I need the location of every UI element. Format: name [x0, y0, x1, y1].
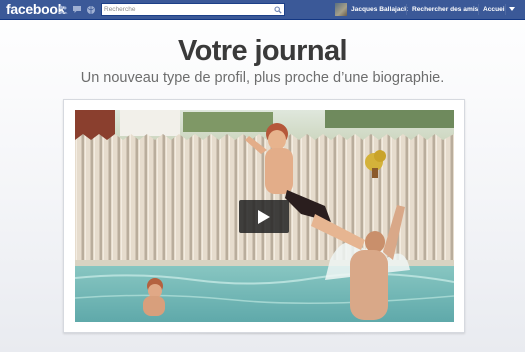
video-card	[63, 99, 465, 333]
chevron-down-icon[interactable]	[509, 7, 515, 11]
home-link[interactable]: Accueil	[483, 3, 506, 16]
video-thumbnail[interactable]	[75, 110, 454, 322]
play-icon	[257, 209, 271, 225]
nav-divider	[478, 4, 479, 15]
top-bar: facebook Jacques Ballajack Rechercher	[0, 0, 525, 20]
page-subtitle: Un nouveau type de profil, plus proche d…	[80, 70, 445, 86]
play-button[interactable]	[239, 200, 289, 233]
profile-link[interactable]: Jacques Ballajack	[351, 3, 408, 16]
find-friends-link[interactable]: Rechercher des amis	[412, 3, 478, 16]
search-box[interactable]	[101, 3, 285, 16]
page-title: Votre journal	[178, 35, 348, 67]
notifications-icon[interactable]	[86, 5, 95, 14]
nav-divider	[505, 4, 506, 15]
facebook-logo[interactable]: facebook	[6, 1, 65, 17]
messages-icon[interactable]	[72, 5, 81, 14]
friend-requests-icon[interactable]	[58, 5, 68, 14]
search-input[interactable]	[104, 4, 269, 15]
avatar[interactable]	[335, 3, 347, 16]
nav-divider	[406, 4, 407, 15]
search-icon[interactable]	[272, 4, 283, 15]
